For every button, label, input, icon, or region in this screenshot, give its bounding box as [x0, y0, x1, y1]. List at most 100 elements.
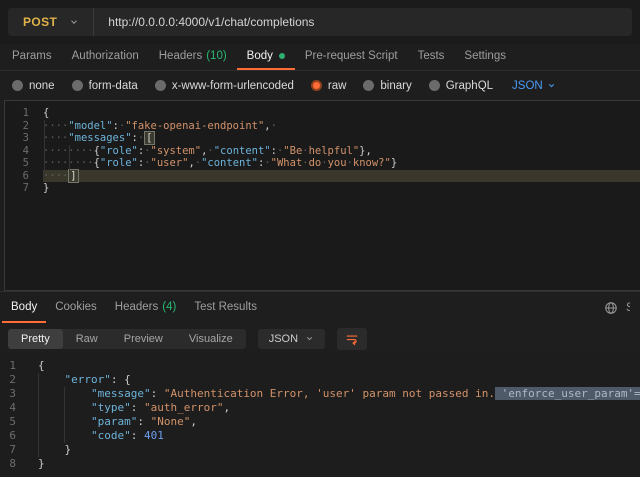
- response-tab-body[interactable]: Body: [2, 292, 46, 323]
- code-text: }: [38, 443, 640, 457]
- indent-guide: [69, 145, 70, 170]
- request-tabs: Params Authorization Headers(10) Body Pr…: [0, 44, 640, 71]
- mode-graphql[interactable]: GraphQL: [429, 80, 493, 92]
- code-line[interactable]: 2 "error": {: [0, 373, 640, 387]
- radio-icon[interactable]: [363, 80, 374, 91]
- selected-text: 'enforce_user_param'=True": [495, 387, 640, 400]
- response-body-editor[interactable]: 1{2 "error": {3 "message": "Authenticati…: [0, 354, 640, 477]
- code-line[interactable]: 8}: [0, 457, 640, 471]
- line-number: 2: [5, 120, 29, 133]
- line-number: 2: [0, 373, 16, 387]
- response-tab-test-results[interactable]: Test Results: [185, 292, 266, 323]
- mode-raw[interactable]: raw: [311, 80, 347, 92]
- line-number: 5: [5, 157, 29, 170]
- code-line[interactable]: 4 ········{"role":·"system",·"content":·"…: [5, 145, 640, 158]
- line-number: 7: [0, 443, 16, 457]
- response-meta: S: [604, 292, 630, 323]
- code-text: ····]: [43, 170, 640, 183]
- code-text: "param": "None",: [38, 415, 640, 429]
- tab-settings[interactable]: Settings: [454, 44, 516, 70]
- mode-x-www-form-urlencoded[interactable]: x-www-form-urlencoded: [155, 80, 294, 92]
- radio-icon[interactable]: [72, 80, 83, 91]
- clipped-status-text: S: [626, 302, 630, 314]
- code-text: "type": "auth_error",: [38, 401, 640, 415]
- mode-none[interactable]: none: [12, 80, 55, 92]
- indent-guide: [64, 387, 65, 443]
- line-number: 4: [5, 145, 29, 158]
- response-tab-headers[interactable]: Headers(4): [106, 292, 186, 323]
- radio-icon[interactable]: [12, 80, 23, 91]
- line-number: 6: [5, 170, 29, 183]
- code-text: ····"messages":·[: [43, 132, 640, 145]
- code-text: "code": 401: [38, 429, 640, 443]
- code-text: }: [38, 457, 640, 471]
- code-text: "message": "Authentication Error, 'user'…: [38, 387, 640, 401]
- chevron-down-icon: [547, 81, 556, 90]
- request-body-editor[interactable]: 1{2····"model":·"fake-openai-endpoint",·…: [4, 100, 640, 291]
- code-text: {: [38, 359, 640, 373]
- matched-bracket: [: [144, 131, 154, 145]
- response-language-select[interactable]: JSON: [258, 329, 325, 349]
- tab-pre-request-script[interactable]: Pre-request Script: [295, 44, 408, 70]
- radio-icon[interactable]: [155, 80, 166, 91]
- line-number: 3: [0, 387, 16, 401]
- code-line[interactable]: 3 "message": "Authentication Error, 'use…: [0, 387, 640, 401]
- code-text: ····"model":·"fake-openai-endpoint",·: [43, 120, 640, 133]
- radio-icon[interactable]: [429, 80, 440, 91]
- code-line[interactable]: 1{: [0, 359, 640, 373]
- code-line[interactable]: 5 ········{"role":·"user",·"content":·"Wh…: [5, 157, 640, 170]
- headers-count: (10): [206, 50, 226, 62]
- wrap-text-icon: [345, 332, 359, 346]
- line-number: 5: [0, 415, 16, 429]
- body-mode-row: none form-data x-www-form-urlencoded raw…: [0, 71, 640, 100]
- tab-headers[interactable]: Headers(10): [149, 44, 237, 70]
- chevron-down-icon: [305, 334, 314, 343]
- tab-body[interactable]: Body: [237, 44, 295, 70]
- line-number: 1: [0, 359, 16, 373]
- code-text: {: [43, 107, 640, 120]
- view-pretty[interactable]: Pretty: [8, 329, 63, 349]
- view-raw[interactable]: Raw: [63, 329, 111, 349]
- code-text: ········{"role":·"user",·"content":·"Wha…: [43, 157, 640, 170]
- code-line[interactable]: 4 "type": "auth_error",: [0, 401, 640, 415]
- request-url-row: POST http://0.0.0.0:4000/v1/chat/complet…: [0, 0, 640, 44]
- globe-icon: [604, 301, 618, 315]
- method-dropdown-chevron-icon[interactable]: [69, 17, 93, 27]
- matched-bracket: ]: [68, 169, 78, 183]
- line-number: 6: [0, 429, 16, 443]
- body-has-content-dot: [279, 53, 285, 59]
- code-line[interactable]: 7 }: [0, 443, 640, 457]
- view-visualize[interactable]: Visualize: [176, 329, 246, 349]
- line-number: 4: [0, 401, 16, 415]
- url-input[interactable]: http://0.0.0.0:4000/v1/chat/completions: [94, 15, 314, 29]
- code-line[interactable]: 6 "code": 401: [0, 429, 640, 443]
- code-line[interactable]: 1{: [5, 107, 640, 120]
- code-line[interactable]: 5 "param": "None",: [0, 415, 640, 429]
- tab-params[interactable]: Params: [2, 44, 62, 70]
- mode-binary[interactable]: binary: [363, 80, 411, 92]
- tab-tests[interactable]: Tests: [408, 44, 455, 70]
- indent-guide: [44, 120, 45, 183]
- response-toolbar: Pretty Raw Preview Visualize JSON: [0, 323, 640, 354]
- code-text: ········{"role":·"system",·"content":·"B…: [43, 145, 640, 158]
- response-tabs: Body Cookies Headers(4) Test Results S: [0, 291, 640, 323]
- view-switcher: Pretty Raw Preview Visualize: [8, 329, 246, 349]
- view-preview[interactable]: Preview: [111, 329, 176, 349]
- postman-window: POST http://0.0.0.0:4000/v1/chat/complet…: [0, 0, 640, 477]
- code-line[interactable]: 3····"messages":·[: [5, 132, 640, 145]
- code-text: "error": {: [38, 373, 640, 387]
- code-line[interactable]: 7}: [5, 182, 640, 195]
- tab-authorization[interactable]: Authorization: [62, 44, 149, 70]
- code-line[interactable]: 2 ····"model":·"fake-openai-endpoint",·: [5, 120, 640, 133]
- raw-language-select[interactable]: JSON: [512, 80, 556, 92]
- code-line[interactable]: 6 ····]: [5, 170, 640, 183]
- method-label[interactable]: POST: [8, 15, 69, 29]
- mode-form-data[interactable]: form-data: [72, 80, 138, 92]
- url-bar: POST http://0.0.0.0:4000/v1/chat/complet…: [8, 8, 632, 36]
- line-number: 1: [5, 107, 29, 120]
- wrap-text-button[interactable]: [337, 328, 367, 350]
- radio-selected-icon[interactable]: [311, 80, 322, 91]
- line-number: 8: [0, 457, 16, 471]
- line-number: 7: [5, 182, 29, 195]
- response-tab-cookies[interactable]: Cookies: [46, 292, 106, 323]
